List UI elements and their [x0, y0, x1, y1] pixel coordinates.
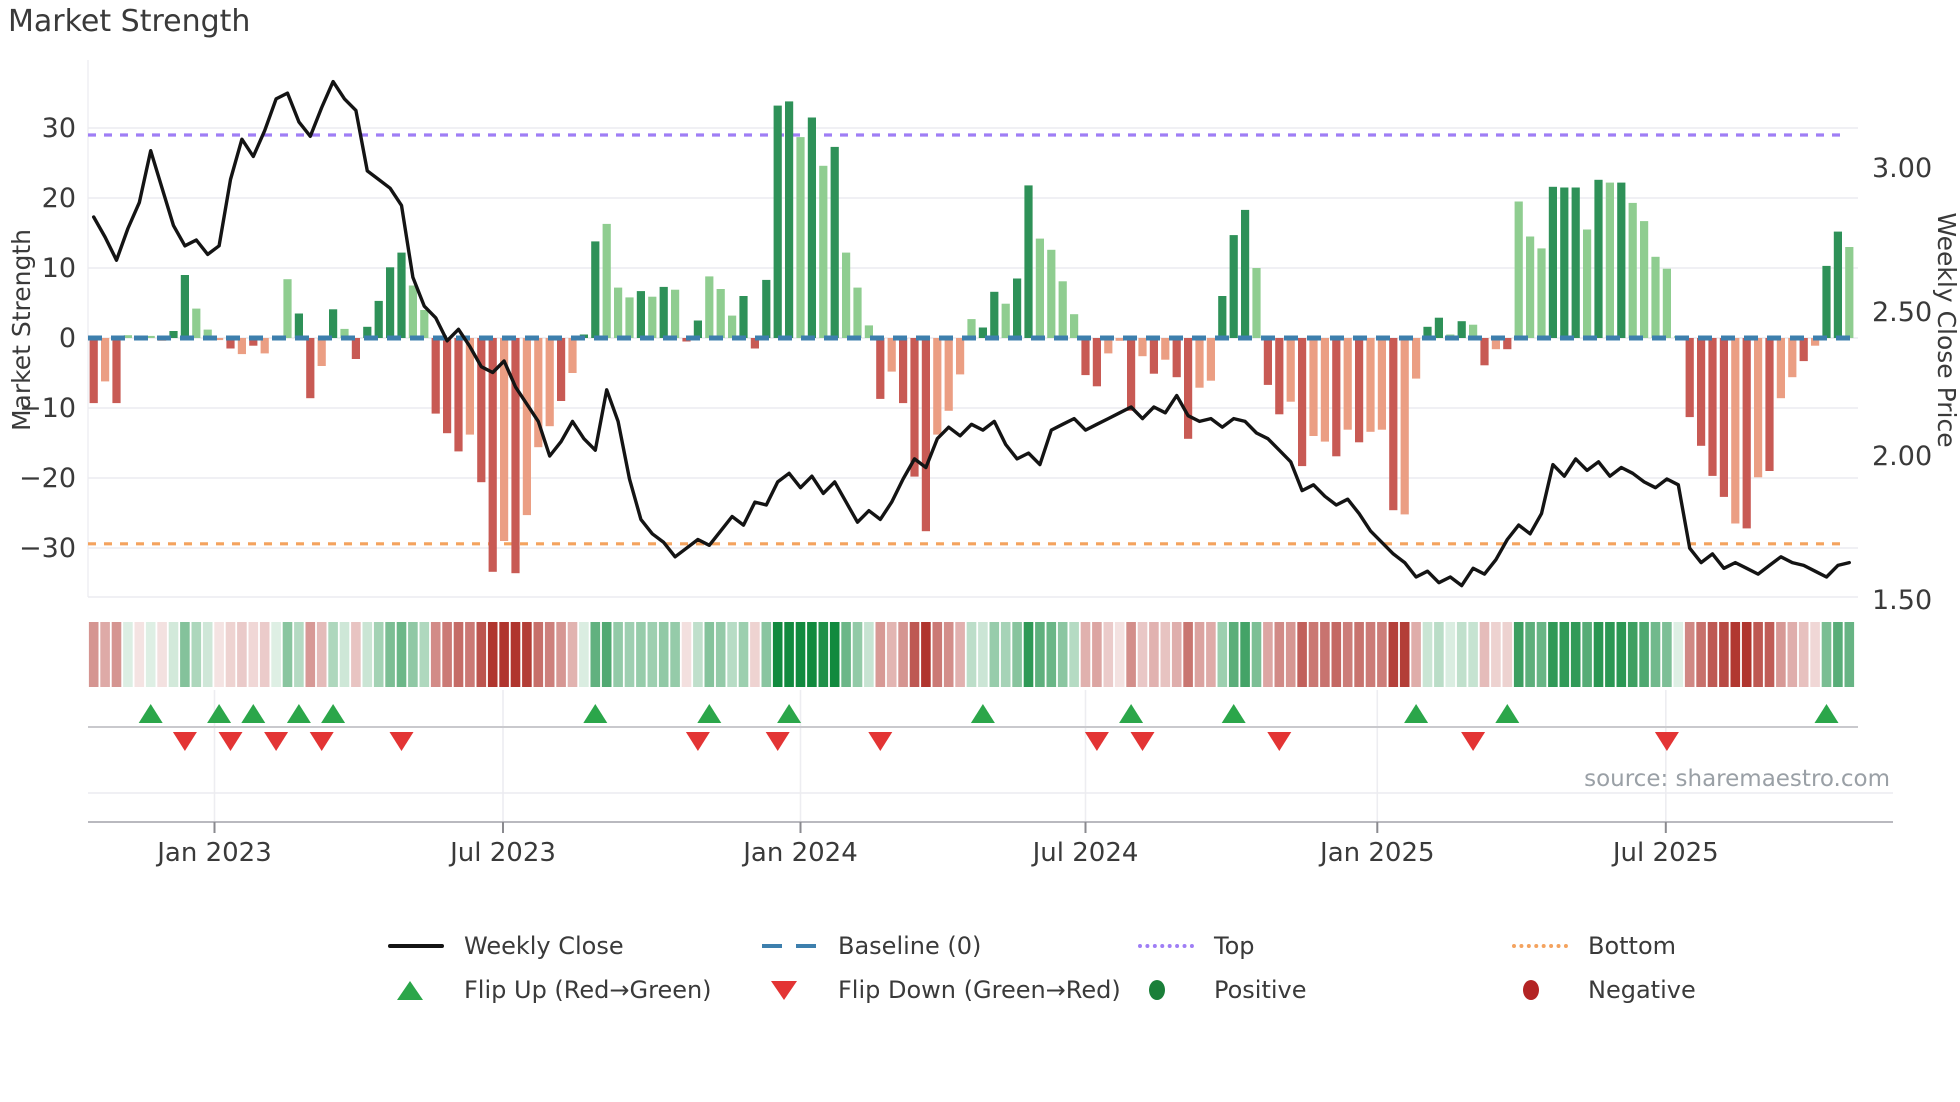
- chart-legend: Weekly Close Baseline (0) Top Bottom Fli…: [0, 920, 1960, 1030]
- svg-text:Jan 2025: Jan 2025: [1318, 838, 1435, 868]
- negative-dot-icon: [1512, 980, 1572, 1000]
- legend-label: Flip Down (Green→Red): [838, 976, 1121, 1004]
- flip-up-icon: [388, 980, 448, 1000]
- svg-text:0: 0: [59, 323, 76, 354]
- legend-label: Flip Up (Red→Green): [464, 976, 712, 1004]
- legend-item-top: Top: [1138, 928, 1255, 964]
- legend-label: Top: [1214, 932, 1255, 960]
- legend-item-baseline: Baseline (0): [762, 928, 981, 964]
- legend-item-positive: Positive: [1138, 972, 1307, 1008]
- svg-text:−20: −20: [19, 463, 76, 494]
- legend-label: Positive: [1214, 976, 1307, 1004]
- svg-text:10: 10: [42, 253, 76, 284]
- legend-item-flip-down: Flip Down (Green→Red): [762, 972, 1121, 1008]
- svg-text:Jan 2023: Jan 2023: [155, 838, 272, 868]
- legend-item-bottom: Bottom: [1512, 928, 1676, 964]
- svg-text:2.00: 2.00: [1872, 441, 1932, 472]
- flip-down-markers: [172, 732, 1679, 751]
- svg-text:Jul 2025: Jul 2025: [1611, 838, 1719, 868]
- x-axis: Jan 2023 Jul 2023 Jan 2024 Jul 2024 Jan 2025…: [88, 792, 1893, 868]
- svg-text:20: 20: [42, 183, 76, 214]
- y-axis-left: 3020100−10−20−30Market Strength: [7, 113, 76, 564]
- legend-label: Negative: [1588, 976, 1696, 1004]
- svg-text:Jan 2024: Jan 2024: [741, 838, 858, 868]
- legend-item-negative: Negative: [1512, 972, 1696, 1008]
- flip-down-icon: [762, 980, 822, 1000]
- legend-item-weekly-close: Weekly Close: [388, 928, 624, 964]
- bottom-dotted-swatch: [1512, 944, 1572, 948]
- svg-text:3.00: 3.00: [1872, 153, 1932, 184]
- marker-band: [88, 690, 1858, 822]
- flip-up-markers: [138, 704, 1839, 723]
- svg-text:1.50: 1.50: [1872, 585, 1932, 616]
- baseline-dash-swatch: [762, 944, 822, 948]
- y-axis-right: 3.00 2.50 2.00 1.50 Weekly Close Price: [1872, 153, 1960, 616]
- legend-item-flip-up: Flip Up (Red→Green): [388, 972, 712, 1008]
- positive-dot-icon: [1138, 980, 1198, 1000]
- svg-text:2.50: 2.50: [1872, 297, 1932, 328]
- source-note: source: sharemaestro.com: [1584, 766, 1890, 792]
- market-strength-chart: Market Strength Jan 2023 Jul 2023 Jan 2024…: [0, 0, 1960, 1102]
- chart-canvas: Jan 2023 Jul 2023 Jan 2024 Jul 2024 Jan 2025…: [0, 0, 1960, 880]
- svg-text:30: 30: [42, 113, 76, 144]
- legend-label: Baseline (0): [838, 932, 982, 960]
- svg-text:Jul 2023: Jul 2023: [448, 838, 556, 868]
- svg-text:Market Strength: Market Strength: [7, 229, 36, 431]
- svg-text:Weekly Close Price: Weekly Close Price: [1932, 212, 1960, 447]
- legend-label: Weekly Close: [464, 932, 624, 960]
- top-dotted-swatch: [1138, 944, 1198, 948]
- svg-text:Jul 2024: Jul 2024: [1031, 838, 1139, 868]
- legend-label: Bottom: [1588, 932, 1677, 960]
- weekly-close-line-swatch: [388, 944, 448, 948]
- heat-strip: [88, 622, 1855, 687]
- svg-text:−30: −30: [19, 533, 76, 564]
